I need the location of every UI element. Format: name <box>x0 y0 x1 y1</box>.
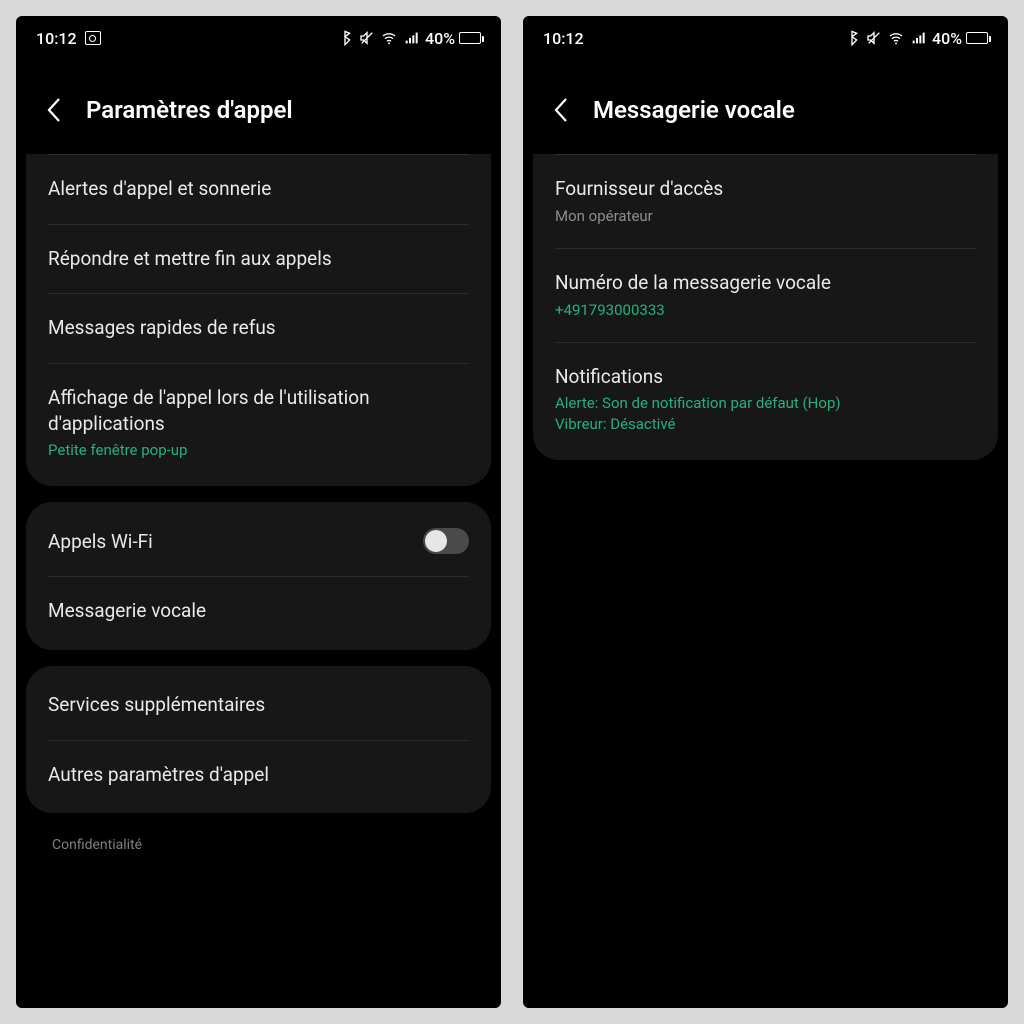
row-voicemail-number[interactable]: Numéro de la messagerie vocale +49179300… <box>533 248 998 342</box>
phone-voicemail: 10:12 40% Messagerie vocale Fournisseur … <box>523 16 1008 1008</box>
clock: 10:12 <box>36 29 77 48</box>
phone-call-settings: 10:12 40% Paramètres d'appel Alertes d'a… <box>16 16 501 1008</box>
status-left: 10:12 <box>543 29 584 48</box>
row-subtext: Mon opérateur <box>555 206 976 226</box>
row-label: Répondre et mettre fin aux appels <box>48 246 469 272</box>
battery-indicator: 40% <box>425 29 481 48</box>
battery-icon <box>966 32 988 44</box>
status-left: 10:12 <box>36 29 101 48</box>
bluetooth-icon <box>337 30 353 46</box>
clock: 10:12 <box>543 29 584 48</box>
settings-group-1: Alertes d'appel et sonnerie Répondre et … <box>26 154 491 486</box>
signal-icon <box>910 30 926 46</box>
bluetooth-icon <box>844 30 860 46</box>
row-provider[interactable]: Fournisseur d'accès Mon opérateur <box>533 154 998 248</box>
back-icon <box>46 97 62 123</box>
mute-icon <box>866 30 882 46</box>
battery-text: 40% <box>425 29 455 48</box>
screen-header: Messagerie vocale <box>523 60 1008 154</box>
row-label: Numéro de la messagerie vocale <box>555 270 976 296</box>
wifi-calling-toggle[interactable] <box>423 528 469 554</box>
row-call-alerts[interactable]: Alertes d'appel et sonnerie <box>26 154 491 224</box>
row-label: Fournisseur d'accès <box>555 176 976 202</box>
row-quick-decline[interactable]: Messages rapides de refus <box>26 293 491 363</box>
row-notifications[interactable]: Notifications Alerte: Son de notificatio… <box>533 342 998 456</box>
footer-privacy[interactable]: Confidentialité <box>26 829 491 853</box>
row-supplementary[interactable]: Services supplémentaires <box>26 670 491 740</box>
screen-title: Paramètres d'appel <box>86 96 293 124</box>
row-call-display[interactable]: Affichage de l'appel lors de l'utilisati… <box>26 363 491 483</box>
back-icon <box>553 97 569 123</box>
row-label: Appels Wi-Fi <box>48 529 423 555</box>
status-right: 40% <box>337 29 481 48</box>
row-label: Affichage de l'appel lors de l'utilisati… <box>48 385 469 436</box>
settings-group-2: Appels Wi-Fi Messagerie vocale <box>26 502 491 650</box>
settings-group-3: Services supplémentaires Autres paramètr… <box>26 666 491 813</box>
screen-header: Paramètres d'appel <box>16 60 501 154</box>
row-subtext: +491793000333 <box>555 300 976 320</box>
row-subtext: Petite fenêtre pop-up <box>48 440 469 460</box>
status-right: 40% <box>844 29 988 48</box>
row-label: Autres paramètres d'appel <box>48 762 469 788</box>
wifi-icon <box>888 30 904 46</box>
row-wifi-calling[interactable]: Appels Wi-Fi <box>26 506 491 576</box>
battery-text: 40% <box>932 29 962 48</box>
voicemail-content: Fournisseur d'accès Mon opérateur Numéro… <box>523 154 1008 470</box>
status-bar: 10:12 40% <box>16 16 501 60</box>
back-button[interactable] <box>40 96 68 124</box>
row-answer-end[interactable]: Répondre et mettre fin aux appels <box>26 224 491 294</box>
signal-icon <box>403 30 419 46</box>
row-other-settings[interactable]: Autres paramètres d'appel <box>26 740 491 810</box>
row-label: Alertes d'appel et sonnerie <box>48 176 469 202</box>
wifi-icon <box>381 30 397 46</box>
screen-title: Messagerie vocale <box>593 96 795 124</box>
mute-icon <box>359 30 375 46</box>
row-label: Messages rapides de refus <box>48 315 469 341</box>
row-voicemail[interactable]: Messagerie vocale <box>26 576 491 646</box>
row-label: Messagerie vocale <box>48 598 469 624</box>
gallery-icon <box>85 31 101 45</box>
battery-indicator: 40% <box>932 29 988 48</box>
settings-content: Alertes d'appel et sonnerie Répondre et … <box>16 154 501 863</box>
voicemail-group: Fournisseur d'accès Mon opérateur Numéro… <box>533 154 998 460</box>
battery-icon <box>459 32 481 44</box>
back-button[interactable] <box>547 96 575 124</box>
status-bar: 10:12 40% <box>523 16 1008 60</box>
row-label: Services supplémentaires <box>48 692 469 718</box>
row-label: Notifications <box>555 364 976 390</box>
row-subtext: Alerte: Son de notification par défaut (… <box>555 393 976 434</box>
